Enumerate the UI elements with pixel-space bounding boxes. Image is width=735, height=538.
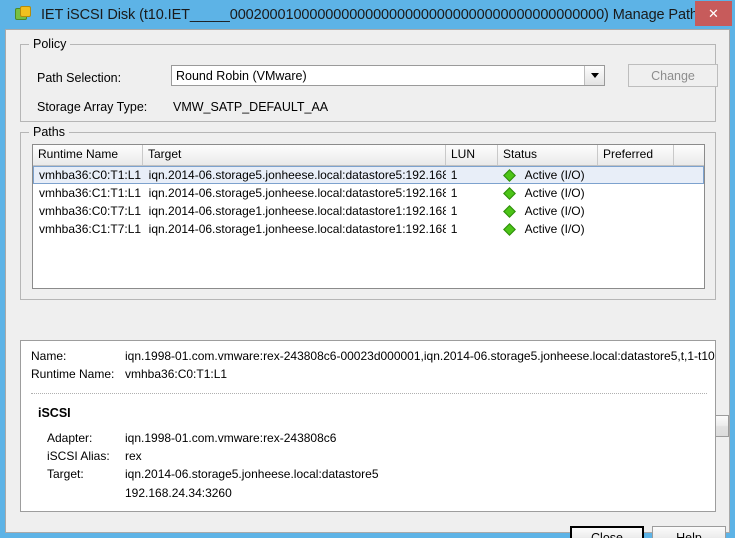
column-header-target[interactable]: Target [143,145,446,165]
detail-name-value: iqn.1998-01.com.vmware:rex-243808c6-0002… [125,349,716,363]
cell-status: Active (I/O) [498,167,598,183]
column-header-spacer [674,145,704,165]
cell-target: iqn.2014-06.storage1.jonheese.local:data… [148,222,446,236]
cell-runtime-name: vmhba36:C0:T1:L1 [39,168,142,182]
storage-array-type-value: VMW_SATP_DEFAULT_AA [173,100,329,114]
green-diamond-icon [502,186,516,200]
status-text: Active (I/O) [524,186,585,200]
details-divider [31,393,707,394]
help-accel: H [676,531,686,538]
table-header-row: Runtime Name Target LUN Status Preferred [33,145,704,166]
detail-alias-value: rex [125,449,142,463]
cell-target: iqn.2014-06.storage5.jonheese.local:data… [148,186,446,200]
chevron-down-icon[interactable] [584,66,604,85]
manage-paths-dialog: IET iSCSI Disk (t10.IET_____000200010000… [0,0,735,538]
table-row[interactable]: vmhba36:C1:T1:L1 iqn.2014-06.storage5.jon… [33,184,704,202]
storage-disk-icon [15,6,33,24]
cell-lun: 1 [450,168,458,182]
change-button[interactable]: Change [628,64,718,87]
detail-target-value-line1: iqn.2014-06.storage5.jonheese.local:data… [125,467,379,481]
path-details-panel: Name: iqn.1998-01.com.vmware:rex-243808c… [20,340,716,512]
cell-target: iqn.2014-06.storage1.jonheese.local:data… [148,204,446,218]
cell-status: Active (I/O) [498,203,598,219]
green-diamond-icon [502,222,516,236]
cell-runtime-name: vmhba36:C1:T1:L1 [39,186,142,200]
policy-group-title: Policy [29,37,71,51]
column-header-runtime-name[interactable]: Runtime Name [33,145,143,165]
cell-status: Active (I/O) [498,221,598,237]
change-button-label: Change [651,68,695,83]
cell-target: iqn.2014-06.storage5.jonheese.local:data… [148,168,446,182]
status-text: Active (I/O) [524,204,585,218]
detail-runtime-name-value: vmhba36:C0:T1:L1 [125,367,228,381]
detail-runtime-name-label: Runtime Name: [31,367,115,381]
cell-lun: 1 [450,222,458,236]
cell-lun: 1 [450,186,458,200]
green-diamond-icon [502,204,516,218]
close-button[interactable]: Close [570,526,644,538]
close-button-label: Close [591,531,623,538]
cell-runtime-name: vmhba36:C1:T7:L1 [39,222,142,236]
table-row[interactable]: vmhba36:C0:T7:L1 iqn.2014-06.storage1.jon… [33,202,704,220]
storage-array-type-label: Storage Array Type: [37,100,148,114]
detail-name-label: Name: [31,349,67,363]
paths-group-title: Paths [29,125,69,139]
detail-alias-label: iSCSI Alias: [47,449,110,463]
status-text: Active (I/O) [524,168,585,182]
detail-target-value-line2: 192.168.24.34:3260 [125,486,232,500]
cell-runtime-name: vmhba36:C0:T7:L1 [39,204,142,218]
detail-section-title: iSCSI [38,406,71,420]
dialog-body: Policy Path Selection: Round Robin (VMwa… [5,29,730,538]
cell-status: Active (I/O) [498,185,598,201]
table-row[interactable]: vmhba36:C0:T1:L1 iqn.2014-06.storage5.jon… [33,166,704,184]
paths-group: Paths Runtime Name Target LUN Status Pre… [20,125,729,437]
detail-adapter-value: iqn.1998-01.com.vmware:rex-243808c6 [125,431,337,445]
path-selection-label: Path Selection: [37,71,122,85]
title-bar: IET iSCSI Disk (t10.IET_____000200010000… [0,0,735,30]
column-header-status[interactable]: Status [498,145,598,165]
status-text: Active (I/O) [524,222,585,236]
help-button-label: Help [676,531,702,538]
green-diamond-icon [502,168,516,182]
path-selection-dropdown[interactable]: Round Robin (VMware) [171,65,605,86]
close-icon[interactable]: ✕ [695,1,732,26]
help-button[interactable]: Help [652,526,726,538]
detail-target-label: Target: [47,467,84,481]
column-header-preferred[interactable]: Preferred [598,145,674,165]
detail-adapter-label: Adapter: [47,431,93,445]
path-selection-value: Round Robin (VMware) [176,68,307,83]
paths-table[interactable]: Runtime Name Target LUN Status Preferred… [32,144,705,289]
cell-lun: 1 [450,204,458,218]
table-row[interactable]: vmhba36:C1:T7:L1 iqn.2014-06.storage1.jon… [33,220,704,238]
column-header-lun[interactable]: LUN [446,145,498,165]
policy-group: Policy Path Selection: Round Robin (VMwa… [20,37,718,122]
table-body: vmhba36:C0:T1:L1 iqn.2014-06.storage5.jon… [33,166,704,238]
window-title: IET iSCSI Disk (t10.IET_____000200010000… [41,7,706,23]
